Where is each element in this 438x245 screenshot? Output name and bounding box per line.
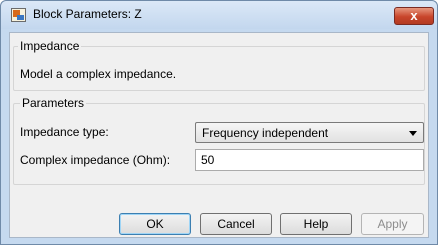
- complex-impedance-value: 50: [201, 153, 215, 167]
- close-icon: x: [410, 8, 418, 23]
- simulink-block-icon: [11, 8, 26, 22]
- close-button[interactable]: x: [394, 7, 434, 25]
- description-group-title: Impedance: [18, 39, 82, 53]
- complex-impedance-label: Complex impedance (Ohm):: [20, 153, 171, 167]
- parameters-group-title: Parameters: [20, 96, 87, 110]
- complex-impedance-field[interactable]: 50: [195, 149, 424, 171]
- dialog-body: Impedance Model a complex impedance. Par…: [9, 32, 429, 238]
- description-text: Model a complex impedance.: [20, 67, 177, 81]
- apply-button[interactable]: Apply: [361, 213, 424, 235]
- window-title: Block Parameters: Z: [33, 7, 142, 21]
- impedance-type-select[interactable]: Frequency independent: [195, 122, 424, 143]
- help-button[interactable]: Help: [280, 213, 352, 235]
- button-bar: OK Cancel Help Apply: [10, 203, 428, 237]
- ok-button[interactable]: OK: [119, 213, 191, 235]
- chevron-down-icon: [409, 131, 417, 136]
- cancel-button[interactable]: Cancel: [200, 213, 272, 235]
- block-parameters-dialog: Block Parameters: Z x Impedance Model a …: [0, 0, 438, 245]
- impedance-type-label: Impedance type:: [20, 125, 109, 139]
- impedance-type-value: Frequency independent: [202, 126, 329, 140]
- parameters-group: [13, 103, 425, 185]
- title-bar[interactable]: Block Parameters: Z x: [1, 1, 437, 29]
